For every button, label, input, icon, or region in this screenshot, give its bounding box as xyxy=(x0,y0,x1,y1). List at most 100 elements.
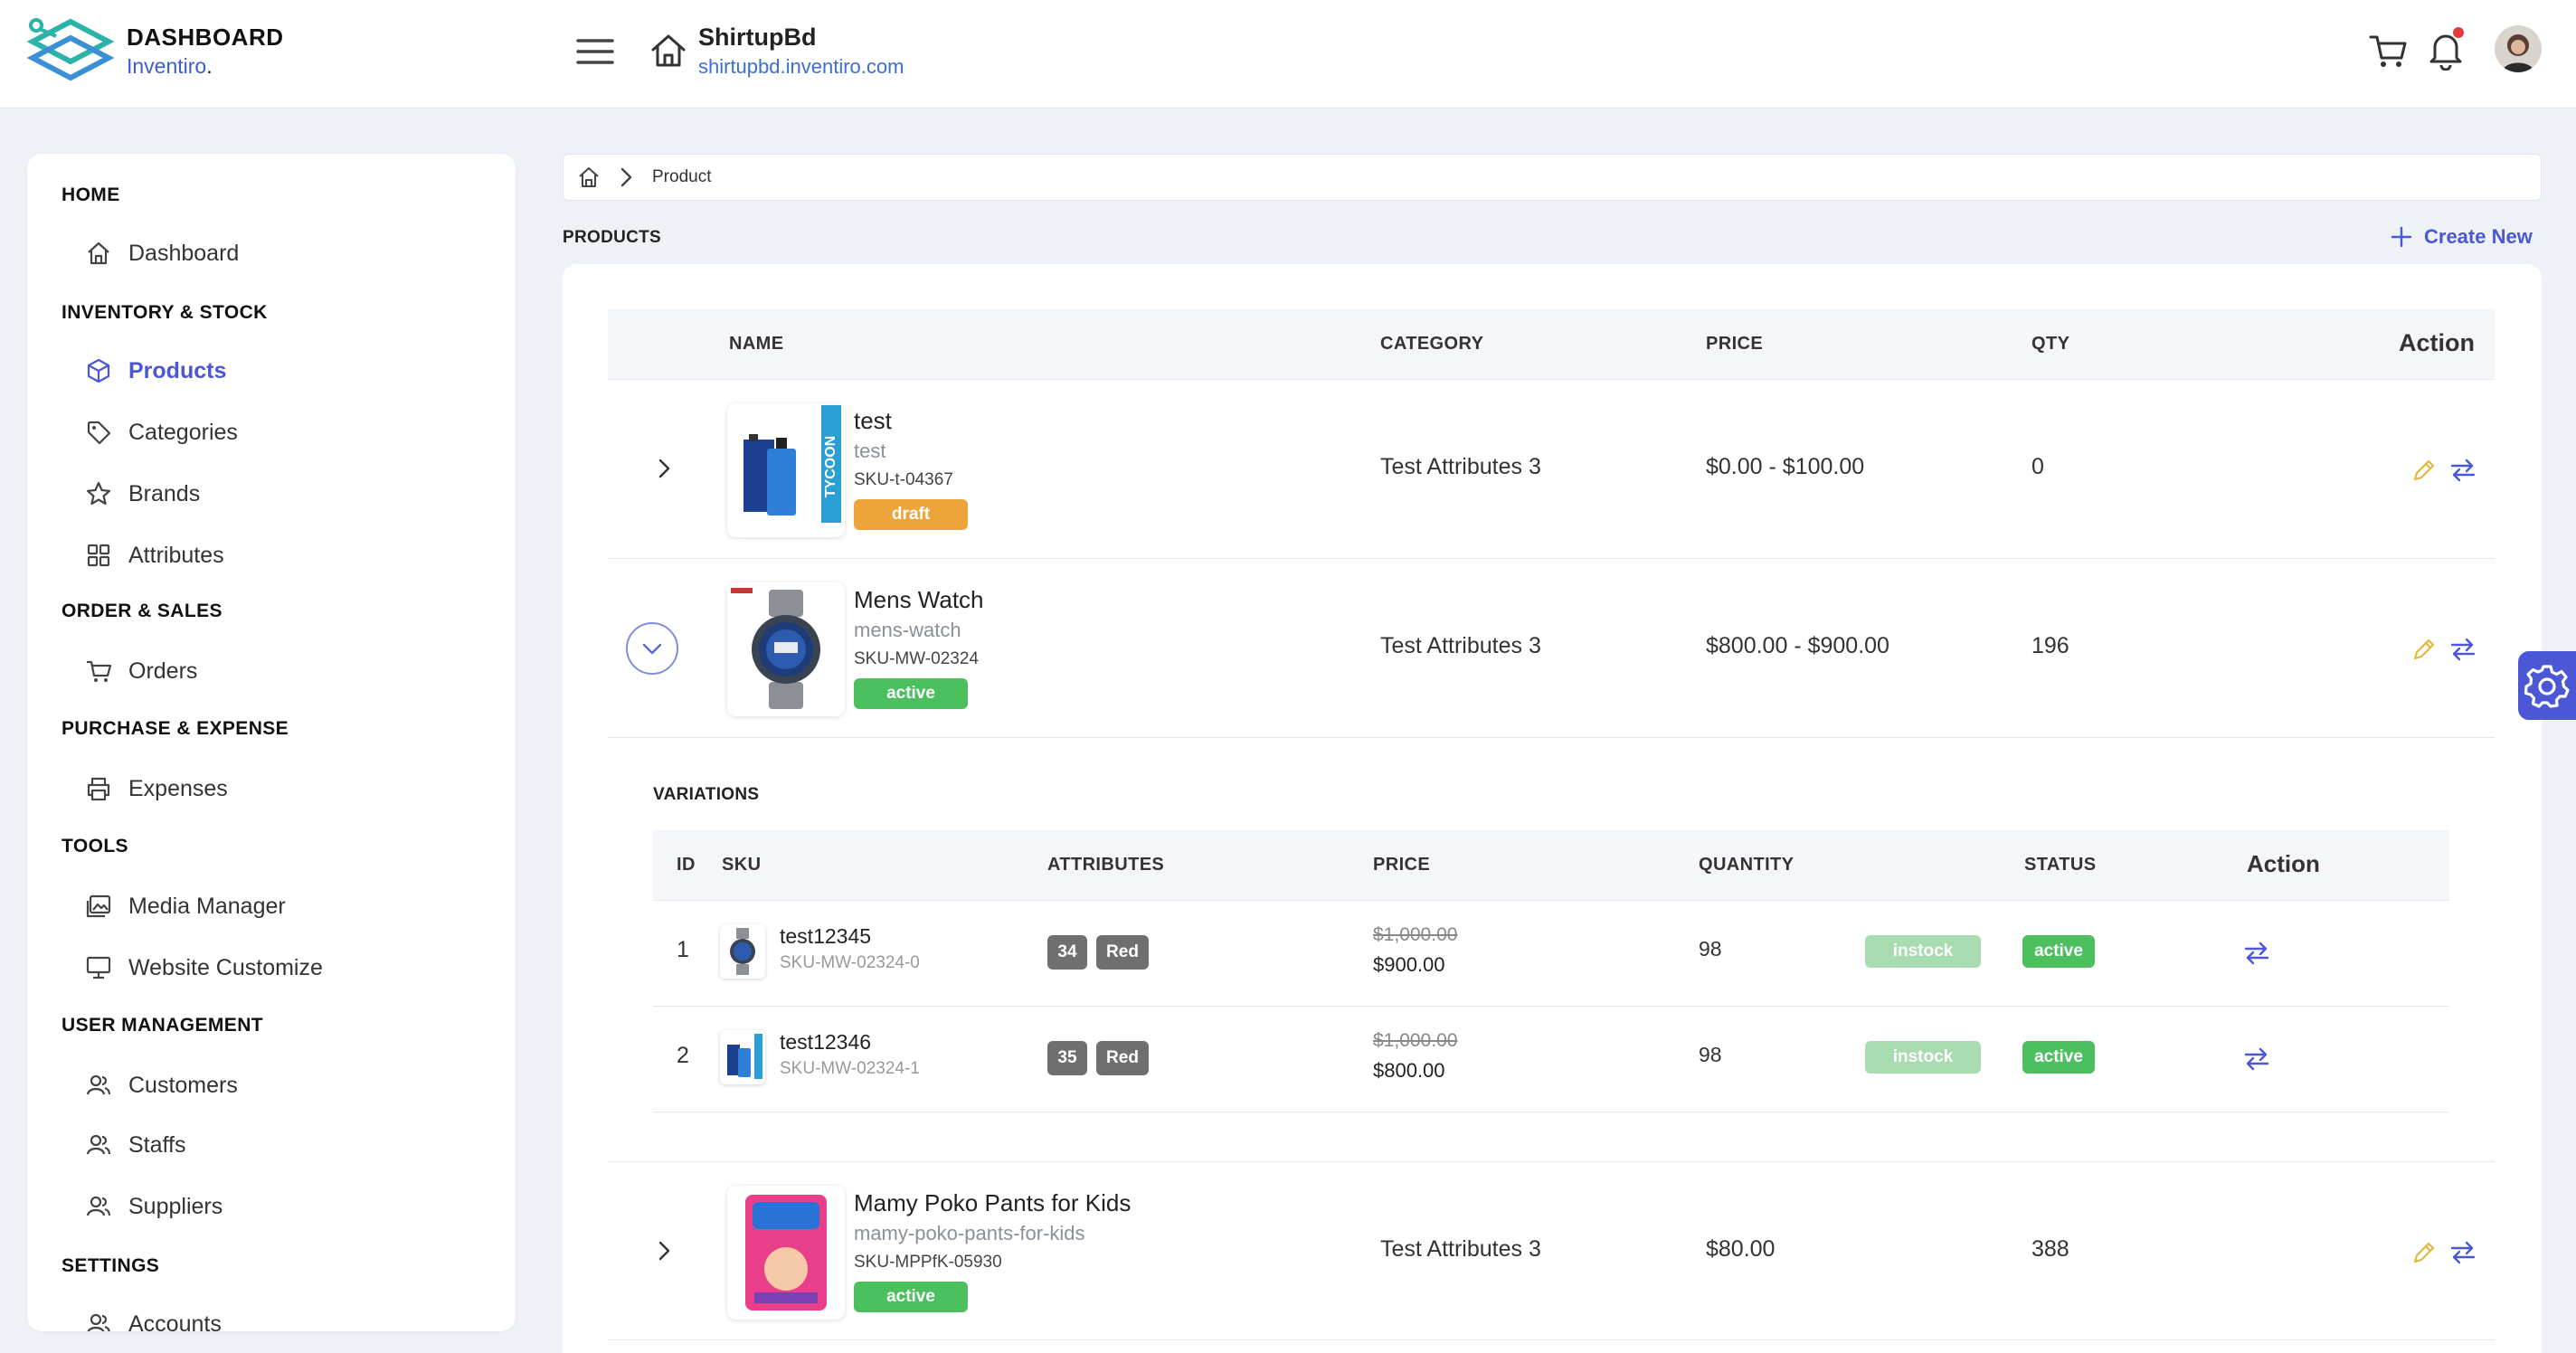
column-name[interactable]: NAME xyxy=(729,334,784,355)
sidebar-item-website-customize[interactable]: Website Customize xyxy=(85,948,483,988)
column-status: STATUS xyxy=(2024,855,2097,875)
column-sku: SKU xyxy=(722,855,762,875)
attribute-badge-size: 34 xyxy=(1047,935,1087,970)
sidebar-item-label: Accounts xyxy=(128,1310,222,1332)
tag-icon xyxy=(85,419,112,446)
swap-icon[interactable] xyxy=(2243,1046,2270,1072)
box-icon xyxy=(85,357,112,384)
swap-icon[interactable] xyxy=(2243,941,2270,966)
table-row: TYCOON test test SKU-t-04367 draft Test … xyxy=(608,380,2495,559)
avatar[interactable] xyxy=(2495,25,2542,72)
sidebar-item-brands[interactable]: Brands xyxy=(85,474,483,514)
sidebar-item-label: Expenses xyxy=(128,775,228,801)
sidebar-item-suppliers[interactable]: Suppliers xyxy=(85,1187,483,1226)
collapse-row-button[interactable] xyxy=(626,622,678,675)
variations-table-header: ID SKU ATTRIBUTES PRICE QUANTITY STATUS … xyxy=(653,830,2449,901)
settings-drawer-button[interactable] xyxy=(2518,651,2576,720)
brand-subtitle-dot: . xyxy=(206,54,213,78)
product-name[interactable]: test xyxy=(854,407,892,435)
plus-icon xyxy=(2390,225,2424,249)
gear-icon xyxy=(2524,663,2570,708)
sidebar-item-label: Attributes xyxy=(128,542,224,568)
variation-thumbnail[interactable] xyxy=(720,924,765,979)
pencil-icon[interactable] xyxy=(2411,637,2437,662)
product-slug: test xyxy=(854,440,886,462)
sidebar-section-users: USER MANAGEMENT xyxy=(62,1015,264,1036)
product-name[interactable]: Mamy Poko Pants for Kids xyxy=(854,1189,1131,1217)
products-table-header: NAME CATEGORY PRICE QTY Action xyxy=(608,309,2495,380)
breadcrumb-current: Product xyxy=(652,167,712,186)
home-icon xyxy=(85,240,112,267)
sidebar-item-orders[interactable]: Orders xyxy=(85,651,483,691)
create-new-button[interactable]: Create New xyxy=(2390,222,2533,251)
sidebar-item-label: Customers xyxy=(128,1072,238,1098)
column-category[interactable]: CATEGORY xyxy=(1380,334,1483,355)
variation-quantity: 98 xyxy=(1699,937,1722,960)
column-id: ID xyxy=(677,855,696,875)
logo-icon[interactable] xyxy=(25,16,116,89)
column-attributes: ATTRIBUTES xyxy=(1047,855,1165,875)
stock-badge: instock xyxy=(1865,935,1981,968)
column-action: Action xyxy=(2247,850,2320,877)
product-price: $80.00 xyxy=(1706,1236,1776,1262)
expand-row-button[interactable] xyxy=(640,445,687,492)
sidebar-item-label: Dashboard xyxy=(128,240,240,266)
sidebar-section-home: HOME xyxy=(62,184,120,205)
product-thumbnail[interactable] xyxy=(727,1186,845,1320)
page-title: PRODUCTS xyxy=(563,228,662,247)
product-category: Test Attributes 3 xyxy=(1380,454,1541,479)
column-price[interactable]: PRICE xyxy=(1706,334,1763,355)
sidebar-section-inventory: INVENTORY & STOCK xyxy=(62,302,268,323)
hamburger-icon[interactable] xyxy=(575,36,615,67)
sidebar-item-expenses[interactable]: Expenses xyxy=(85,769,483,809)
sidebar-item-categories[interactable]: Categories xyxy=(85,412,483,452)
grid-icon xyxy=(85,542,112,569)
column-qty[interactable]: QTY xyxy=(2031,334,2069,355)
stock-badge: instock xyxy=(1865,1041,1981,1074)
attribute-badge-color: Red xyxy=(1096,1041,1149,1075)
swap-icon[interactable] xyxy=(2449,458,2477,483)
image-icon xyxy=(85,893,112,920)
sidebar-item-staffs[interactable]: Staffs xyxy=(85,1125,483,1165)
sidebar-item-accounts[interactable]: Accounts xyxy=(85,1304,483,1331)
product-slug: mamy-poko-pants-for-kids xyxy=(854,1222,1085,1244)
printer-icon xyxy=(85,775,112,802)
sidebar-item-label: Categories xyxy=(128,419,238,445)
status-badge: active xyxy=(854,678,968,709)
product-sku: SKU-MW-02324 xyxy=(854,649,979,668)
expand-row-button[interactable] xyxy=(640,1227,687,1274)
cart-icon[interactable] xyxy=(2368,33,2408,71)
sidebar-item-label: Media Manager xyxy=(128,893,286,919)
product-name[interactable]: Mens Watch xyxy=(854,586,984,614)
create-new-label: Create New xyxy=(2424,225,2533,248)
product-category: Test Attributes 3 xyxy=(1380,633,1541,658)
pencil-icon[interactable] xyxy=(2411,1240,2437,1265)
store-name: ShirtupBd xyxy=(698,24,817,51)
sidebar-item-dashboard[interactable]: Dashboard xyxy=(85,233,483,273)
product-qty: 388 xyxy=(2031,1236,2069,1262)
swap-icon[interactable] xyxy=(2449,1240,2477,1265)
users-icon xyxy=(85,1072,112,1099)
variation-price: $800.00 xyxy=(1373,1059,1445,1082)
variation-thumbnail[interactable] xyxy=(720,1030,765,1084)
home-icon[interactable] xyxy=(576,165,601,190)
column-price: PRICE xyxy=(1373,855,1431,875)
sidebar-item-products[interactable]: Products xyxy=(85,351,483,391)
product-thumbnail[interactable] xyxy=(727,582,845,716)
star-icon xyxy=(85,480,112,507)
store-url[interactable]: shirtupbd.inventiro.com xyxy=(698,55,904,79)
variation-old-price: $1,000.00 xyxy=(1373,924,1458,945)
sidebar-item-label: Staffs xyxy=(128,1131,186,1158)
sidebar-item-media-manager[interactable]: Media Manager xyxy=(85,886,483,926)
status-badge: active xyxy=(854,1282,968,1312)
product-thumbnail[interactable]: TYCOON xyxy=(727,403,845,537)
table-row: Mens Watch mens-watch SKU-MW-02324 activ… xyxy=(608,559,2495,738)
sidebar-item-label: Website Customize xyxy=(128,954,323,980)
swap-icon[interactable] xyxy=(2449,637,2477,662)
variation-id: 1 xyxy=(677,937,689,962)
pencil-icon[interactable] xyxy=(2411,458,2437,483)
sidebar-item-customers[interactable]: Customers xyxy=(85,1065,483,1105)
sidebar-item-attributes[interactable]: Attributes xyxy=(85,535,483,575)
variation-old-price: $1,000.00 xyxy=(1373,1030,1458,1051)
sidebar-section-settings: SETTINGS xyxy=(62,1255,160,1276)
